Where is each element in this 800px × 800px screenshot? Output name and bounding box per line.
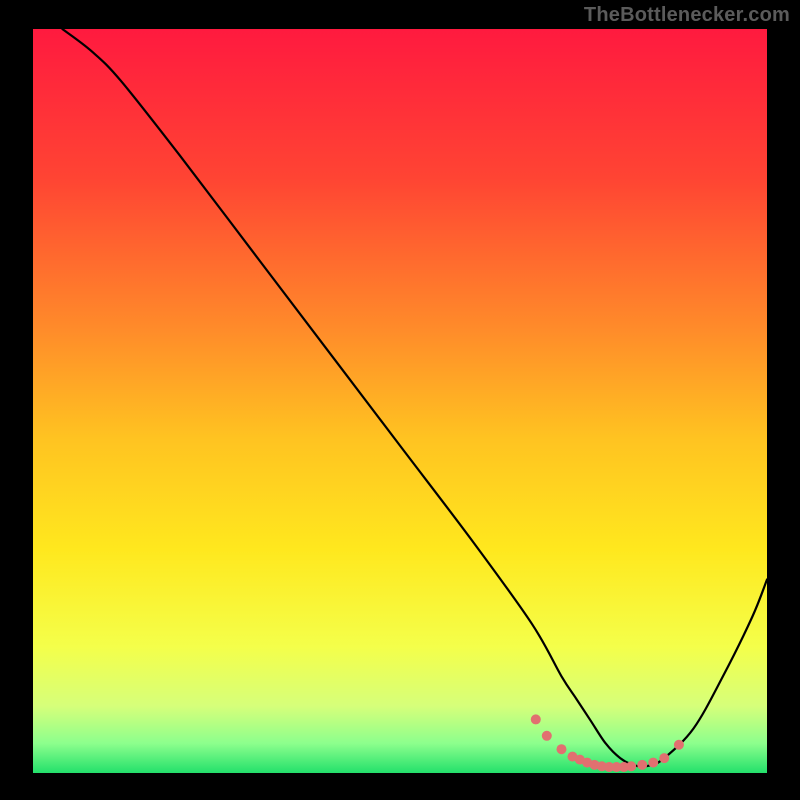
chart-frame: TheBottlenecker.com: [0, 0, 800, 800]
watermark-label: TheBottlenecker.com: [584, 4, 790, 27]
curve-dot: [674, 740, 684, 750]
curve-dot: [626, 761, 636, 771]
curve-dot: [659, 753, 669, 763]
curve-dot: [556, 744, 566, 754]
curve-dot: [637, 760, 647, 770]
chart-svg: [0, 0, 800, 800]
plot-area: [33, 29, 767, 773]
curve-dot: [648, 758, 658, 768]
curve-dot: [531, 714, 541, 724]
curve-dot: [542, 731, 552, 741]
